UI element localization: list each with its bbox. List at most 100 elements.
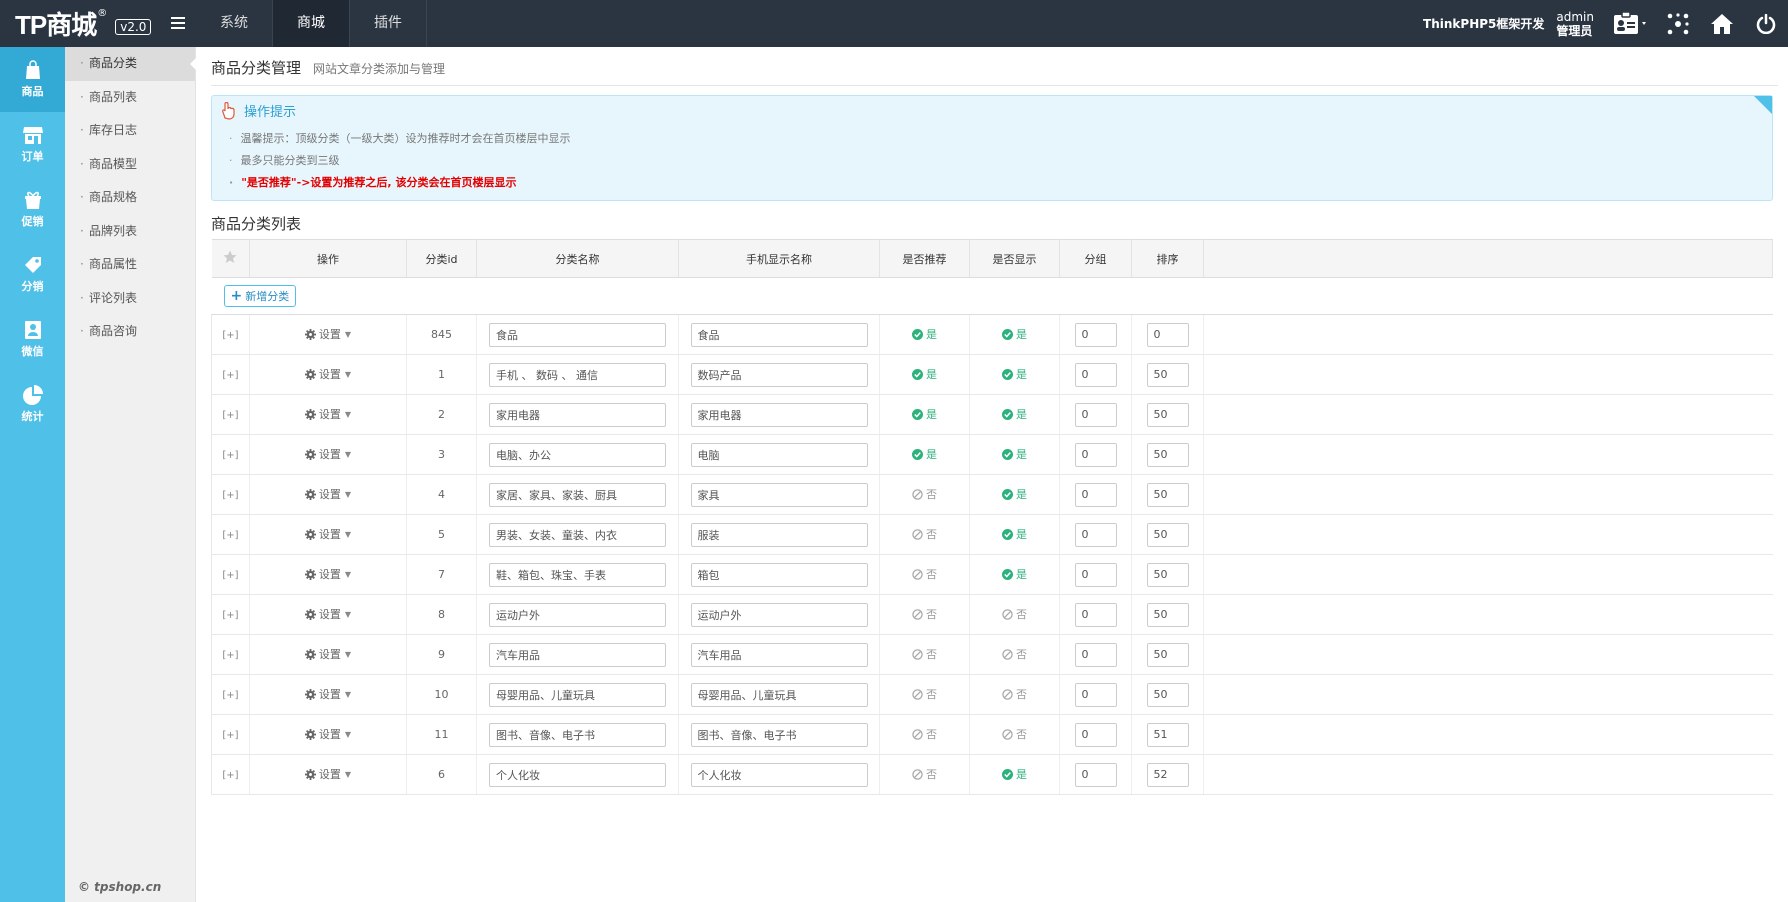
subnav-item-consult[interactable]: 商品咨询 (65, 315, 195, 349)
sort-input[interactable] (1146, 722, 1189, 747)
group-input[interactable] (1074, 482, 1117, 507)
recommend-toggle[interactable]: 是 (912, 326, 937, 342)
subnav-item-comment-list[interactable]: 评论列表 (65, 282, 195, 316)
subnav-item-goods-attr[interactable]: 商品属性 (65, 248, 195, 282)
expand-toggle[interactable]: [+] (222, 450, 238, 461)
sort-input[interactable] (1146, 482, 1189, 507)
recommend-toggle[interactable]: 否 (912, 766, 937, 782)
group-input[interactable] (1074, 722, 1117, 747)
settings-dropdown[interactable]: 设置 ▼ (304, 606, 351, 622)
settings-dropdown[interactable]: 设置 ▼ (304, 366, 351, 382)
recommend-toggle[interactable]: 否 (912, 646, 937, 662)
sort-input[interactable] (1146, 322, 1189, 347)
top-nav-mall[interactable]: 商城 (273, 0, 350, 47)
category-name-input[interactable] (489, 482, 666, 507)
expand-toggle[interactable]: [+] (222, 410, 238, 421)
show-toggle[interactable]: 是 (1002, 366, 1027, 382)
iconbar-item-promo[interactable]: 促销 (0, 177, 65, 242)
settings-dropdown[interactable]: 设置 ▼ (304, 526, 351, 542)
subnav-item-category[interactable]: 商品分类 (65, 47, 196, 81)
recommend-toggle[interactable]: 否 (912, 486, 937, 502)
category-name-input[interactable] (489, 442, 666, 467)
expand-toggle[interactable]: [+] (222, 570, 238, 581)
category-name-input[interactable] (489, 602, 666, 627)
sort-input[interactable] (1146, 642, 1189, 667)
subnav-item-goods-list[interactable]: 商品列表 (65, 81, 195, 115)
iconbar-item-stats[interactable]: 统计 (0, 372, 65, 437)
subnav-item-goods-model[interactable]: 商品模型 (65, 148, 195, 182)
show-toggle[interactable]: 否 (1002, 726, 1027, 742)
iconbar-item-distribution[interactable]: 分销 (0, 242, 65, 307)
recommend-toggle[interactable]: 否 (912, 526, 937, 542)
category-name-input[interactable] (489, 322, 666, 347)
mobile-name-input[interactable] (690, 322, 868, 347)
mobile-name-input[interactable] (690, 722, 868, 747)
top-nav-plugin[interactable]: 插件 (350, 0, 427, 47)
subnav-item-brand-list[interactable]: 品牌列表 (65, 215, 195, 249)
show-toggle[interactable]: 否 (1002, 606, 1027, 622)
subnav-item-goods-spec[interactable]: 商品规格 (65, 181, 195, 215)
group-input[interactable] (1074, 762, 1117, 787)
expand-toggle[interactable]: [+] (222, 490, 238, 501)
settings-dropdown[interactable]: 设置 ▼ (304, 686, 351, 702)
category-name-input[interactable] (489, 402, 666, 427)
mobile-name-input[interactable] (690, 562, 868, 587)
iconbar-item-wechat[interactable]: 微信 (0, 307, 65, 372)
settings-dropdown[interactable]: 设置 ▼ (304, 766, 351, 782)
group-input[interactable] (1074, 602, 1117, 627)
show-toggle[interactable]: 否 (1002, 646, 1027, 662)
expand-toggle[interactable]: [+] (222, 610, 238, 621)
sort-input[interactable] (1146, 562, 1189, 587)
expand-toggle[interactable]: [+] (222, 730, 238, 741)
sort-input[interactable] (1146, 402, 1189, 427)
expand-toggle[interactable]: [+] (222, 330, 238, 341)
admin-info[interactable]: admin 管理员 (1556, 10, 1594, 38)
recommend-toggle[interactable]: 否 (912, 686, 937, 702)
mobile-name-input[interactable] (690, 762, 868, 787)
expand-toggle[interactable]: [+] (222, 370, 238, 381)
category-name-input[interactable] (489, 562, 666, 587)
mobile-name-input[interactable] (690, 522, 868, 547)
settings-dropdown[interactable]: 设置 ▼ (304, 646, 351, 662)
settings-dropdown[interactable]: 设置 ▼ (304, 406, 351, 422)
home-icon[interactable] (1700, 0, 1744, 47)
settings-dropdown[interactable]: 设置 ▼ (304, 446, 351, 462)
category-name-input[interactable] (489, 682, 666, 707)
show-toggle[interactable]: 否 (1002, 686, 1027, 702)
show-toggle[interactable]: 是 (1002, 406, 1027, 422)
logo[interactable]: TP商城 ® v2.0 (15, 6, 152, 40)
expand-toggle[interactable]: [+] (222, 650, 238, 661)
show-toggle[interactable]: 是 (1002, 446, 1027, 462)
user-card-icon[interactable] (1604, 0, 1656, 47)
show-toggle[interactable]: 是 (1002, 766, 1027, 782)
sort-input[interactable] (1146, 362, 1189, 387)
group-input[interactable] (1074, 442, 1117, 467)
show-toggle[interactable]: 是 (1002, 526, 1027, 542)
power-icon[interactable] (1744, 0, 1788, 47)
show-toggle[interactable]: 是 (1002, 326, 1027, 342)
add-category-button[interactable]: + 新增分类 (223, 285, 297, 307)
group-input[interactable] (1074, 562, 1117, 587)
collapse-corner[interactable] (1754, 96, 1772, 114)
subnav-item-stock-log[interactable]: 库存日志 (65, 114, 195, 148)
sort-input[interactable] (1146, 522, 1189, 547)
category-name-input[interactable] (489, 762, 666, 787)
mobile-name-input[interactable] (690, 602, 868, 627)
group-input[interactable] (1074, 322, 1117, 347)
category-name-input[interactable] (489, 722, 666, 747)
mobile-name-input[interactable] (690, 642, 868, 667)
tips-header[interactable]: 操作提示 (220, 101, 296, 120)
recommend-toggle[interactable]: 否 (912, 606, 937, 622)
iconbar-item-goods[interactable]: 商品 (0, 47, 65, 112)
expand-toggle[interactable]: [+] (222, 690, 238, 701)
recommend-toggle[interactable]: 是 (912, 446, 937, 462)
sort-input[interactable] (1146, 762, 1189, 787)
sitemap-icon[interactable] (1656, 0, 1700, 47)
sort-input[interactable] (1146, 442, 1189, 467)
settings-dropdown[interactable]: 设置 ▼ (304, 486, 351, 502)
sort-input[interactable] (1146, 682, 1189, 707)
group-input[interactable] (1074, 362, 1117, 387)
recommend-toggle[interactable]: 是 (912, 406, 937, 422)
iconbar-item-order[interactable]: 订单 (0, 112, 65, 177)
category-name-input[interactable] (489, 362, 666, 387)
